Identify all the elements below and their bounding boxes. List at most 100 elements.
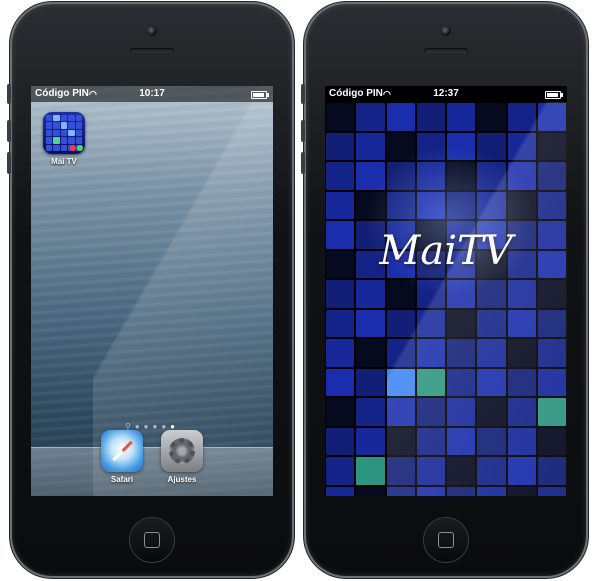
mosaic-tile <box>416 103 445 131</box>
app-label: Safari <box>110 475 134 484</box>
settings-gear-icon[interactable] <box>161 430 203 472</box>
home-button[interactable] <box>424 518 468 562</box>
mosaic-tile <box>386 486 415 496</box>
mute-switch <box>301 84 305 104</box>
home-screen: Código PIN ◠ 10:17 Mai TV ⚲●●●●● Safari … <box>31 86 273 496</box>
battery-icon <box>545 91 563 99</box>
volume-down-button <box>301 152 305 174</box>
mosaic-tile <box>537 486 566 496</box>
volume-up-button <box>7 120 11 142</box>
mosaic-tile <box>356 162 385 190</box>
mosaic-tile <box>537 280 566 308</box>
mosaic-tile <box>477 486 506 496</box>
clock: 10:17 <box>139 88 165 99</box>
mosaic-tile <box>386 457 415 485</box>
mosaic-tile <box>326 103 355 131</box>
mosaic-tile <box>477 103 506 131</box>
mosaic-tile <box>416 162 445 190</box>
page-indicator[interactable]: ⚲●●●●● <box>31 422 273 431</box>
mosaic-tile <box>537 427 566 455</box>
mosaic-tile <box>477 162 506 190</box>
status-bar: Código PIN ◠ 12:37 <box>325 86 567 102</box>
mosaic-tile <box>386 398 415 426</box>
mosaic-tile <box>416 486 445 496</box>
mosaic-tile <box>356 486 385 496</box>
mosaic-tile <box>356 398 385 426</box>
home-button[interactable] <box>130 518 174 562</box>
mosaic-tile <box>477 309 506 337</box>
mosaic-tile <box>356 457 385 485</box>
mosaic-tile <box>447 191 476 219</box>
mosaic-tile <box>537 368 566 396</box>
mosaic-tile <box>386 368 415 396</box>
mosaic-tile <box>537 191 566 219</box>
mosaic-tile <box>356 280 385 308</box>
mosaic-tile <box>477 427 506 455</box>
mosaic-tile <box>507 280 536 308</box>
home-square-icon <box>438 532 454 548</box>
mosaic-tile <box>356 309 385 337</box>
mosaic-tile <box>507 339 536 367</box>
mosaic-tile <box>507 457 536 485</box>
mosaic-tile <box>386 309 415 337</box>
mosaic-tile <box>537 162 566 190</box>
mosaic-tile <box>477 280 506 308</box>
maitv-icon[interactable] <box>43 112 85 154</box>
mosaic-tile <box>537 309 566 337</box>
mosaic-tile <box>326 339 355 367</box>
app-label: Ajustes <box>167 475 197 484</box>
earpiece-speaker <box>130 48 174 54</box>
mosaic-tile <box>416 457 445 485</box>
mosaic-tile <box>326 398 355 426</box>
app-title: MaiTV <box>379 228 513 274</box>
mosaic-tile <box>507 486 536 496</box>
mosaic-tile <box>507 309 536 337</box>
mosaic-tile <box>447 398 476 426</box>
mosaic-tile <box>477 398 506 426</box>
mosaic-tile <box>416 427 445 455</box>
mosaic-tile <box>386 339 415 367</box>
mosaic-tile <box>447 162 476 190</box>
safari-compass-icon[interactable] <box>101 430 143 472</box>
tile-mosaic <box>325 102 567 496</box>
mosaic-tile <box>326 309 355 337</box>
app-label: Mai TV <box>51 157 77 166</box>
mosaic-tile <box>416 280 445 308</box>
mosaic-tile <box>386 280 415 308</box>
mosaic-tile <box>416 309 445 337</box>
mosaic-tile <box>477 457 506 485</box>
mosaic-tile <box>416 368 445 396</box>
iphone-left: Código PIN ◠ 10:17 Mai TV ⚲●●●●● Safari … <box>7 4 292 576</box>
mosaic-tile <box>477 339 506 367</box>
mosaic-tile <box>477 368 506 396</box>
mosaic-tile <box>416 398 445 426</box>
mosaic-tile <box>356 368 385 396</box>
dock: Safari Ajustes <box>31 430 273 496</box>
mosaic-tile <box>477 191 506 219</box>
mosaic-tile <box>447 457 476 485</box>
mosaic-tile <box>447 280 476 308</box>
mosaic-tile <box>477 132 506 160</box>
mosaic-tile <box>447 486 476 496</box>
mosaic-tile <box>386 162 415 190</box>
mosaic-tile <box>356 191 385 219</box>
green-dot-icon <box>77 145 83 151</box>
app-maitv[interactable]: Mai TV <box>39 112 89 166</box>
mosaic-tile <box>326 368 355 396</box>
mosaic-tile <box>537 457 566 485</box>
mosaic-tile <box>326 486 355 496</box>
front-camera <box>147 26 157 36</box>
mosaic-tile <box>356 427 385 455</box>
mosaic-tile <box>537 103 566 131</box>
mosaic-tile <box>386 191 415 219</box>
mosaic-tile <box>356 103 385 131</box>
dock-app-safari[interactable]: Safari <box>97 430 147 484</box>
iphone-right: Código PIN ◠ 12:37 MaiTV <box>301 4 586 576</box>
mosaic-tile <box>386 132 415 160</box>
mosaic-tile <box>326 280 355 308</box>
mosaic-tile <box>416 132 445 160</box>
dock-app-settings[interactable]: Ajustes <box>157 430 207 484</box>
mosaic-tile <box>447 427 476 455</box>
mosaic-tile <box>416 191 445 219</box>
mosaic-tile <box>326 191 355 219</box>
